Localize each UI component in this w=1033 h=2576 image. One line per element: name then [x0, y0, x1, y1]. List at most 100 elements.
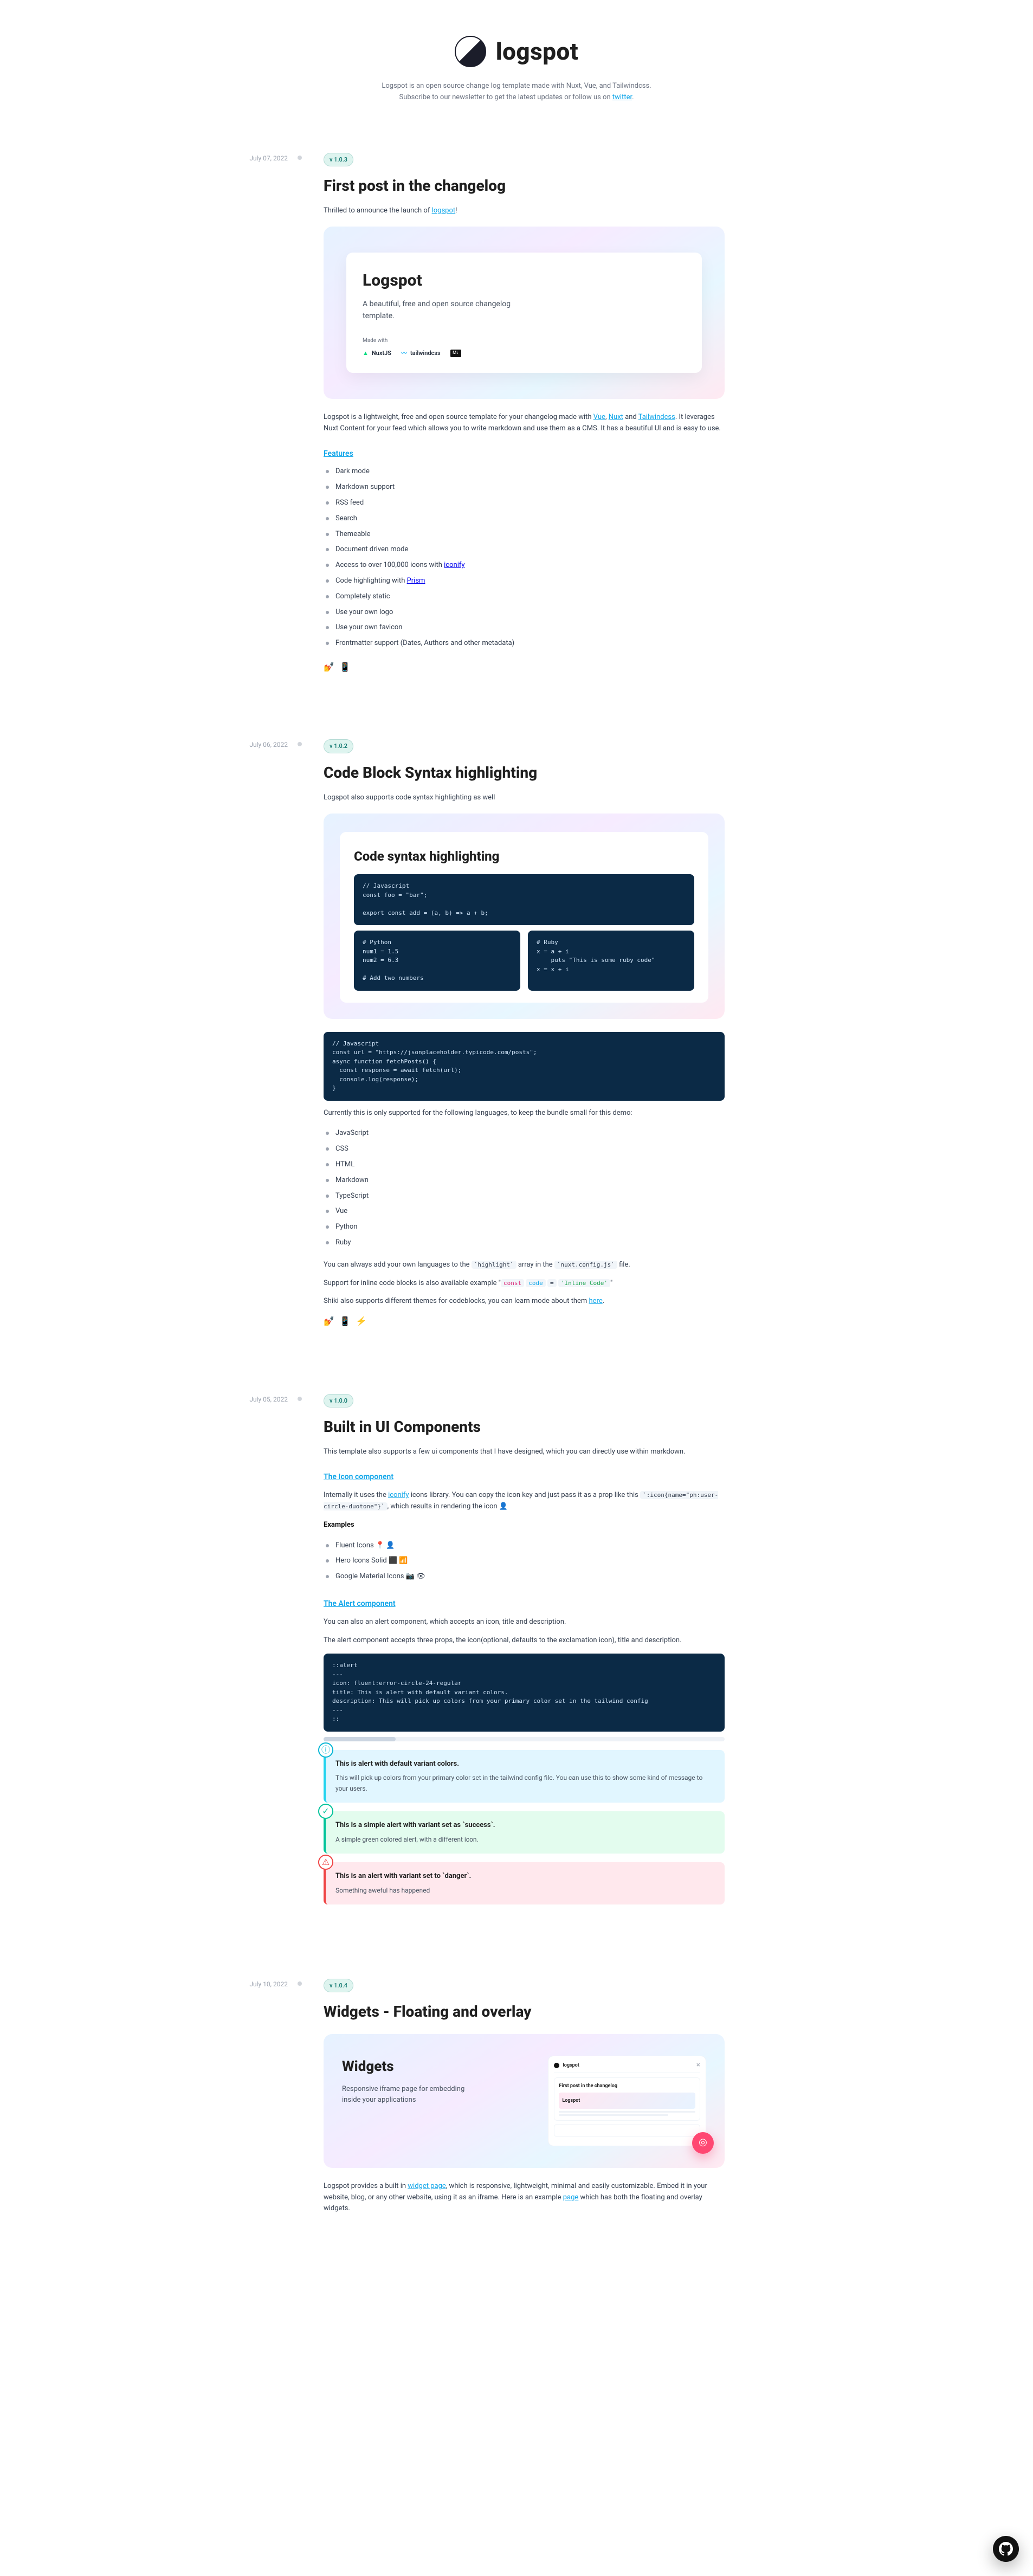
list-item: Dark mode [324, 464, 725, 480]
twitter-link[interactable]: twitter [612, 93, 632, 101]
post-intro: Logspot also supports code syntax highli… [324, 792, 725, 804]
version-chip: v 1.0.4 [324, 1979, 353, 1993]
version-chip: v 1.0.0 [324, 1394, 353, 1408]
code-main: // Javascript const url = "https://jsonp… [324, 1032, 725, 1101]
list-item: TypeScript [324, 1189, 725, 1204]
card-title: Code syntax highlighting [354, 846, 694, 867]
tech-markdown: M↓ [450, 350, 461, 357]
post-date: July 10, 2022 [204, 1978, 302, 2222]
post-date: July 06, 2022 [204, 739, 302, 1328]
alert-success: ✓ This is a simple alert with variant se… [324, 1811, 725, 1854]
alert-component-heading[interactable]: The Alert component [324, 1598, 725, 1610]
github-fab[interactable] [993, 2536, 1019, 2562]
code-inline: 'Inline Code' [558, 1279, 610, 1287]
examples-heading: Examples [324, 1521, 354, 1529]
site-header: logspot Logspot is an open source change… [204, 33, 829, 104]
site-name: logspot [496, 33, 579, 70]
code-python: # Python num1 = 1.5 num2 = 6.3 # Add two… [354, 931, 520, 991]
add-langs: You can always add your own languages to… [324, 1260, 725, 1271]
alert-intro-2: The alert component accepts three props,… [324, 1635, 725, 1647]
emoji: ⚡ [356, 1314, 367, 1328]
icon-component-heading[interactable]: The Icon component [324, 1471, 725, 1483]
post-date: July 05, 2022 [204, 1393, 302, 1913]
tech-tailwind: 〰tailwindcss [401, 348, 441, 358]
link-logspot[interactable]: logspot [432, 206, 456, 215]
widget-fab[interactable]: ◎ [692, 2132, 714, 2154]
list-item: Use your own logo [324, 605, 725, 621]
emoji: 📱 [340, 1314, 351, 1328]
card-subtitle: A beautiful, free and open source change… [363, 298, 536, 322]
link-example-page[interactable]: page [563, 2193, 579, 2201]
card-title: Widgets [342, 2056, 535, 2078]
list-item: Hero Icons Solid ⬛ 📶 [324, 1553, 725, 1569]
link-widget-page[interactable]: widget page [408, 2182, 446, 2190]
alert-title: This is a simple alert with variant set … [335, 1820, 715, 1831]
link-shiki-here[interactable]: here [589, 1297, 603, 1305]
logo-mark [455, 36, 486, 67]
alert-icon: ✓ [318, 1804, 333, 1819]
post-title: Widgets - Floating and overlay [324, 2000, 725, 2024]
alert-desc: This will pick up colors from your prima… [335, 1773, 715, 1793]
alert-code: ::alert --- icon: fluent:error-circle-24… [324, 1654, 725, 1732]
widgets-body: Logspot provides a built in widget page,… [324, 2181, 725, 2215]
list-item: Vue [324, 1204, 725, 1219]
code-inline: const [501, 1279, 524, 1287]
list-item: CSS [324, 1141, 725, 1157]
alert-default: ⓘ This is alert with default variant col… [324, 1750, 725, 1803]
post-date: July 07, 2022 [204, 152, 302, 674]
code-inline: `nuxt.config.js` [554, 1261, 617, 1269]
alert-danger: ⚠ This is an alert with variant set to `… [324, 1862, 725, 1904]
version-chip: v 1.0.2 [324, 739, 353, 753]
list-item: Markdown support [324, 480, 725, 495]
card-title: Logspot [363, 268, 686, 294]
site-tagline: Logspot is an open source change log tem… [376, 81, 657, 104]
list-item: Document driven mode [324, 542, 725, 558]
list-item: Ruby [324, 1235, 725, 1251]
list-item: Access to over 100,000 icons with iconif… [324, 558, 725, 573]
alert-desc: A simple green colored alert, with a dif… [335, 1835, 715, 1845]
alert-icon: ⚠ [318, 1855, 333, 1870]
feature-link[interactable]: iconify [444, 561, 464, 569]
link-vue[interactable]: Vue [593, 413, 605, 421]
post-title: Built in UI Components [324, 1415, 725, 1439]
list-item: Frontmatter support (Dates, Authors and … [324, 636, 725, 651]
link-iconify[interactable]: iconify [388, 1491, 409, 1499]
horizontal-scrollbar[interactable] [324, 1737, 725, 1741]
post-body-1: Logspot is a lightweight, free and open … [324, 412, 725, 435]
list-item: Python [324, 1219, 725, 1235]
list-item: HTML [324, 1157, 725, 1173]
version-chip: v 1.0.3 [324, 153, 353, 167]
list-item: Code highlighting with Prism [324, 573, 725, 589]
emoji: 💅 [324, 660, 334, 674]
link-nuxt[interactable]: Nuxt [609, 413, 623, 421]
madewith-label: Made with [363, 337, 686, 345]
feature-link[interactable]: Prism [407, 577, 425, 585]
post-intro: This template also supports a few ui com… [324, 1447, 725, 1458]
alert-title: This is an alert with variant set to `da… [335, 1871, 715, 1882]
inline-support: Support for inline code blocks is also a… [324, 1278, 725, 1289]
post: July 10, 2022 v 1.0.4 Widgets - Floating… [204, 1978, 829, 2222]
example-icons: 📷 👁 [406, 1572, 425, 1580]
shiki-note: Shiki also supports different themes for… [324, 1296, 725, 1307]
list-item: Use your own favicon [324, 620, 725, 636]
icon-examples-list: Fluent Icons 📍 👤Hero Icons Solid ⬛ 📶Goog… [324, 1538, 725, 1585]
list-item: RSS feed [324, 495, 725, 511]
post-title: Code Block Syntax highlighting [324, 761, 725, 785]
card-subtitle: Responsive iframe page for embedding ins… [342, 2084, 483, 2107]
langs-intro: Currently this is only supported for the… [324, 1108, 725, 1119]
features-list: Dark modeMarkdown supportRSS feedSearchT… [324, 464, 725, 651]
emoji: 💅 [324, 1314, 334, 1328]
features-heading[interactable]: Features [324, 448, 725, 460]
emoji-row: 💅 📱 ⚡ [324, 1314, 725, 1328]
code-card: Code syntax highlighting // Javascript c… [324, 814, 725, 1019]
emoji: 📱 [340, 660, 351, 674]
link-tailwind[interactable]: Tailwindcss [638, 413, 675, 421]
alert-desc: Something aweful has happened [335, 1886, 715, 1896]
alert-intro-1: You can also an alert component, which a… [324, 1617, 725, 1628]
post: July 06, 2022 v 1.0.2 Code Block Syntax … [204, 739, 829, 1328]
alert-title: This is alert with default variant color… [335, 1759, 715, 1770]
list-item: Google Material Icons 📷 👁 [324, 1569, 725, 1585]
example-icons: ⬛ 📶 [389, 1557, 408, 1565]
list-item: Completely static [324, 589, 725, 605]
list-item: Markdown [324, 1173, 725, 1189]
